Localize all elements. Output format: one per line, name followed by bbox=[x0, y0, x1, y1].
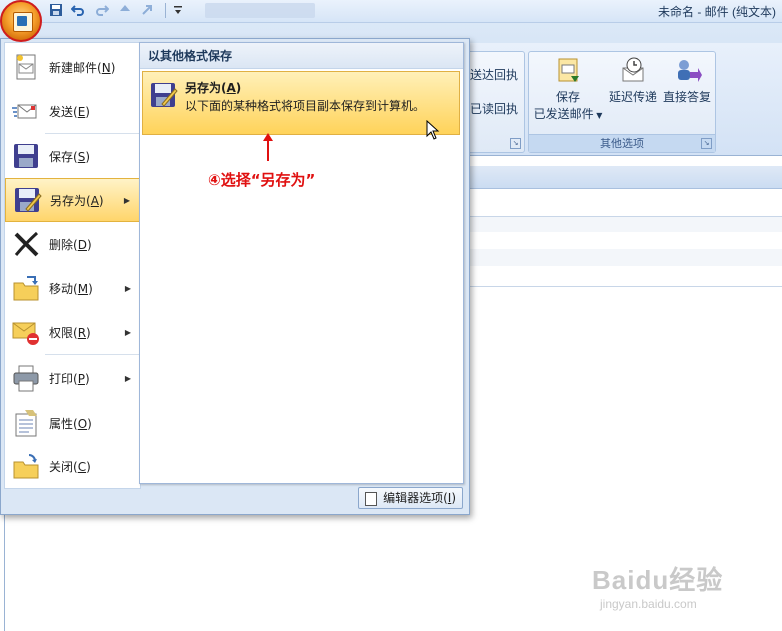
menu-label-send: 发送 bbox=[49, 104, 74, 119]
up-icon[interactable] bbox=[117, 2, 133, 18]
menu-item-print[interactable]: 打印(P) ▶ bbox=[5, 356, 140, 400]
menu-key-delete: D bbox=[77, 237, 87, 252]
editor-options-icon bbox=[365, 492, 378, 506]
save-icon[interactable] bbox=[48, 2, 64, 18]
menu-item-move[interactable]: 移动(M) ▶ bbox=[5, 266, 140, 310]
customize-icon[interactable] bbox=[170, 2, 186, 18]
save-sent-label-line2: 已发送邮件 bbox=[533, 107, 594, 121]
menu-key-properties: O bbox=[77, 416, 88, 431]
send-icon bbox=[11, 96, 41, 126]
save-sent-label-line1: 保存 bbox=[555, 90, 580, 104]
mouse-cursor-icon bbox=[426, 120, 440, 140]
save-as-option-title-text: 另存为( bbox=[185, 81, 227, 95]
to-field-row[interactable] bbox=[470, 196, 782, 217]
save-as-icon bbox=[148, 80, 178, 110]
delay-delivery-icon bbox=[618, 56, 648, 86]
save-sent-mail-icon bbox=[553, 56, 583, 86]
menu-key-save-as: A bbox=[90, 193, 99, 208]
office-menu-commands: 新建邮件(N) 发送(E) 保存(S) 另存为(A) ▶ 删除(D) 移动(M)… bbox=[4, 42, 141, 489]
menu-key-save: S bbox=[77, 149, 86, 164]
annotation-arrow-icon bbox=[263, 133, 273, 161]
save-as-option[interactable]: 另存为(A) 以下面的某种格式将项目副本保存到计算机。 bbox=[142, 71, 460, 140]
direct-replies-button[interactable]: 直接答复 bbox=[659, 56, 715, 105]
subject-input-row[interactable] bbox=[470, 266, 782, 287]
message-header-band bbox=[470, 166, 782, 189]
other-options-group-label: 其他选项 bbox=[529, 134, 715, 152]
dropdown-arrow-icon: ▼ bbox=[593, 111, 603, 120]
office-logo-icon bbox=[13, 12, 33, 32]
submenu-title: 以其他格式保存 bbox=[140, 43, 463, 69]
editor-options-key: I bbox=[447, 491, 452, 505]
save-as-icon bbox=[12, 185, 42, 215]
delete-icon bbox=[11, 229, 41, 259]
menu-label-save: 保存 bbox=[49, 149, 74, 164]
undo-icon[interactable] bbox=[70, 2, 86, 18]
move-folder-icon bbox=[11, 273, 41, 303]
save-disk-icon bbox=[11, 141, 41, 171]
submenu-arrow-icon: ▶ bbox=[124, 373, 131, 383]
menu-label-delete: 删除 bbox=[49, 237, 74, 252]
submenu-arrow-icon: ▶ bbox=[124, 327, 131, 337]
watermark-main: Baidu经验 bbox=[592, 565, 724, 595]
save-as-option-title: 另存为(A) bbox=[185, 79, 241, 96]
menu-key-new-mail: N bbox=[101, 60, 111, 75]
forward-icon[interactable] bbox=[139, 2, 155, 18]
menu-item-new-mail[interactable]: 新建邮件(N) bbox=[5, 45, 140, 89]
menu-key-close: C bbox=[77, 459, 87, 474]
menu-item-save[interactable]: 保存(S) bbox=[5, 134, 140, 178]
redo-icon[interactable] bbox=[94, 2, 110, 18]
save-as-submenu: 以其他格式保存 另存为(A) 以下面的某种格式将项目副本保存到计算机。 ④选择“… bbox=[139, 42, 464, 484]
save-as-option-title-key: A bbox=[226, 81, 236, 95]
menu-item-permission[interactable]: 权限(R) ▶ bbox=[5, 310, 140, 354]
direct-replies-icon bbox=[672, 56, 702, 86]
delivery-receipt-option[interactable]: 送达回执 bbox=[470, 66, 518, 83]
properties-icon bbox=[11, 408, 41, 438]
print-icon bbox=[11, 363, 41, 393]
permission-icon bbox=[11, 317, 41, 347]
submenu-arrow-icon: ▶ bbox=[124, 283, 131, 293]
annotation-text: ④选择“另存为” bbox=[208, 171, 316, 189]
save-as-option-title-end: ) bbox=[235, 81, 242, 95]
menu-label-print: 打印 bbox=[49, 371, 74, 386]
menu-item-save-as[interactable]: 另存为(A) ▶ bbox=[5, 178, 140, 222]
menu-label-close: 关闭 bbox=[49, 459, 74, 474]
other-options-group: 保存 已发送邮件 ▼ 延迟传递 直接答复 其他选项 ↘ bbox=[528, 51, 716, 153]
menu-item-send[interactable]: 发送(E) bbox=[5, 89, 140, 133]
read-receipt-option[interactable]: 已读回执 bbox=[470, 100, 518, 117]
delay-delivery-label: 延迟传递 bbox=[608, 90, 657, 104]
office-button[interactable] bbox=[0, 0, 42, 42]
close-folder-icon bbox=[11, 451, 41, 481]
save-sent-mail-button[interactable]: 保存 已发送邮件 ▼ bbox=[533, 56, 603, 122]
group-launcher-icon[interactable]: ↘ bbox=[701, 138, 712, 149]
group-launcher-icon[interactable]: ↘ bbox=[510, 138, 521, 149]
message-body-border bbox=[4, 515, 5, 631]
menu-key-send: E bbox=[77, 104, 86, 119]
submenu-arrow-icon: ▶ bbox=[123, 195, 130, 205]
qat-separator bbox=[165, 3, 166, 18]
menu-label-permission: 权限 bbox=[49, 325, 74, 340]
blurred-document-tab bbox=[205, 3, 315, 18]
menu-label-new-mail: 新建邮件 bbox=[49, 60, 98, 75]
title-bar: 未命名 - 邮件 (纯文本) bbox=[0, 0, 782, 23]
baidu-watermark: Baidu经验 jingyan.baidu.com bbox=[592, 560, 723, 611]
new-mail-icon bbox=[11, 52, 41, 82]
window-title: 未命名 - 邮件 (纯文本) bbox=[658, 5, 776, 19]
menu-label-move: 移动 bbox=[49, 281, 74, 296]
editor-options-label: 编辑器选项 bbox=[383, 491, 444, 505]
menu-item-properties[interactable]: 属性(O) bbox=[5, 401, 140, 445]
editor-options-button[interactable]: 编辑器选项(I) bbox=[358, 487, 463, 509]
menu-key-move: M bbox=[77, 281, 89, 296]
menu-item-close[interactable]: 关闭(C) bbox=[5, 444, 140, 488]
menu-label-save-as: 另存为 bbox=[50, 193, 87, 208]
direct-replies-label: 直接答复 bbox=[662, 90, 711, 104]
menu-key-permission: R bbox=[77, 325, 87, 340]
office-menu: 新建邮件(N) 发送(E) 保存(S) 另存为(A) ▶ 删除(D) 移动(M)… bbox=[0, 38, 470, 515]
menu-label-properties: 属性 bbox=[49, 416, 74, 431]
watermark-sub: jingyan.baidu.com bbox=[600, 597, 697, 611]
menu-separator bbox=[45, 354, 140, 355]
menu-item-delete[interactable]: 删除(D) bbox=[5, 222, 140, 266]
delay-delivery-button[interactable]: 延迟传递 bbox=[605, 56, 661, 105]
save-as-option-description: 以下面的某种格式将项目副本保存到计算机。 bbox=[185, 99, 426, 113]
menu-key-print: P bbox=[77, 371, 85, 386]
